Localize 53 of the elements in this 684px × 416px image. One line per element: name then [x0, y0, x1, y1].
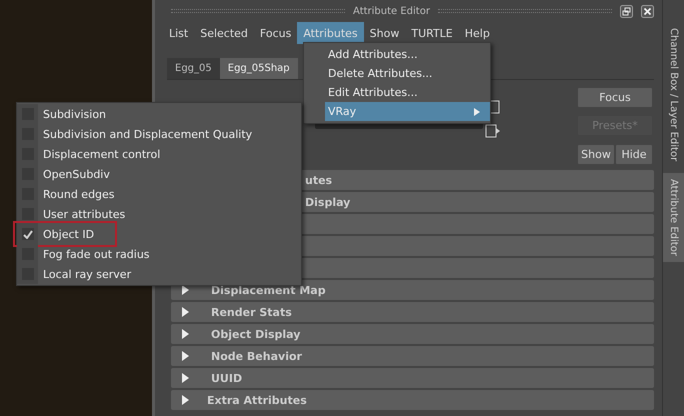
node-tab[interactable]: Egg_05Shap	[220, 58, 298, 79]
panel-button[interactable]: Hide	[616, 144, 652, 164]
section-label: UUID	[211, 372, 242, 384]
node-tab[interactable]: Egg_05	[167, 58, 220, 79]
expand-icon[interactable]	[181, 373, 189, 383]
menu-item[interactable]: TURTLE	[405, 22, 459, 44]
menu-item[interactable]: Displacement control	[38, 148, 160, 160]
section-header[interactable]: Node Behavior	[171, 346, 654, 366]
menu-item[interactable]: Object ID	[38, 228, 94, 240]
float-icon[interactable]	[620, 4, 633, 18]
expand-icon[interactable]	[181, 395, 189, 405]
menu-item[interactable]: Local ray server	[38, 268, 132, 280]
close-icon[interactable]	[641, 4, 654, 18]
section-header[interactable]: Extra Attributes	[171, 390, 654, 410]
checkmark-icon	[22, 230, 32, 238]
section-label: Node Behavior	[211, 350, 302, 362]
menu-item[interactable]: Delete Attributes...	[325, 64, 490, 83]
menu-item[interactable]: OpenSubdiv	[38, 168, 110, 180]
section-label: Display	[305, 196, 350, 208]
menu-item[interactable]: Subdivision	[38, 108, 106, 120]
expand-icon[interactable]	[181, 285, 189, 295]
menu-item[interactable]: Help	[458, 22, 496, 44]
section-label: Render Stats	[211, 306, 292, 318]
side-tab[interactable]: Channel Box / Layer Editor	[662, 28, 684, 162]
menu-item[interactable]: Fog fade out radius	[38, 248, 150, 260]
section-label: Object Display	[211, 328, 300, 340]
checkbox[interactable]	[22, 208, 34, 220]
menu-item[interactable]: Round edges	[38, 188, 115, 200]
menu-item[interactable]: Selected	[194, 22, 254, 44]
menu-item[interactable]: Subdivision and Displacement Quality	[38, 128, 252, 140]
section-label: utes	[305, 174, 332, 186]
menu-item[interactable]: Focus	[254, 22, 298, 44]
section-header[interactable]: Render Stats	[171, 302, 654, 322]
panel-button[interactable]: Focus	[578, 88, 652, 107]
expand-icon[interactable]	[181, 329, 189, 339]
section-label: Extra Attributes	[207, 394, 307, 406]
menu-item[interactable]: Edit Attributes...	[325, 83, 490, 102]
menu-item[interactable]: User attributes	[38, 208, 126, 220]
side-tab[interactable]: Attribute Editor	[662, 173, 684, 262]
menu-item[interactable]: Add Attributes...	[325, 45, 490, 64]
section-header[interactable]: Object Display	[171, 324, 654, 344]
output-icon[interactable]	[485, 124, 501, 138]
section-header[interactable]: Displacement Map	[171, 280, 654, 300]
expand-icon[interactable]	[181, 307, 189, 317]
checkbox[interactable]	[22, 228, 34, 240]
expand-icon[interactable]	[181, 351, 189, 361]
menu-item[interactable]: List	[163, 22, 194, 44]
section-header[interactable]: UUID	[171, 368, 654, 388]
menu-item[interactable]: VRay	[325, 102, 490, 121]
window-title: Attribute Editor	[353, 6, 430, 16]
section-label: Displacement Map	[211, 284, 326, 296]
menu-item[interactable]: Show	[364, 22, 406, 44]
panel-button[interactable]: Show	[578, 144, 614, 164]
